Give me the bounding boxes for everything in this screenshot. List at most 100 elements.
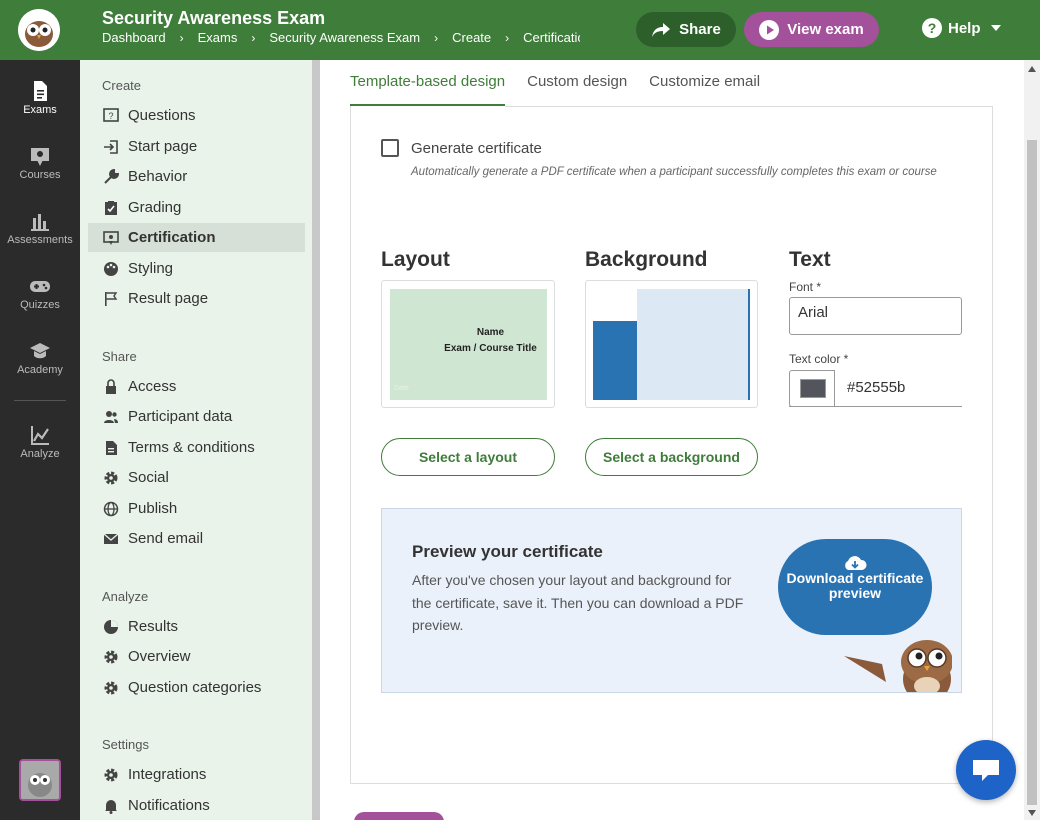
generate-certificate-label[interactable]: Generate certificate [411,140,542,157]
preview-box: Preview your certificate After you've ch… [381,508,962,693]
subnav-label: Styling [128,260,174,277]
subnav-label: Start page [128,138,198,155]
subnav-item-certification[interactable]: Certification [88,223,305,252]
generate-certificate-row: Generate certificate [381,139,542,157]
save-button[interactable] [354,812,444,820]
help-menu[interactable]: ? Help [922,18,1005,38]
gear-icon [104,681,118,694]
subnav-item-styling[interactable]: Styling [88,254,305,283]
envelope-icon [103,533,119,544]
top-bar: Security Awareness Exam Dashboard › Exam… [0,0,1040,60]
scrollbar-thumb[interactable] [1027,140,1037,805]
scroll-down-arrow-icon[interactable] [1028,810,1036,816]
section-heading-share: Share [102,349,137,364]
subnav-item-result-page[interactable]: Result page [88,284,305,313]
download-preview-button[interactable]: Download certificate preview [778,539,932,635]
subnav-label: Notifications [128,797,210,814]
owl-logo-icon[interactable] [18,9,60,51]
subnav-item-participant-data[interactable]: Participant data [88,402,305,431]
subnav-label: Overview [128,648,191,665]
tab-customize-email[interactable]: Customize email [649,60,760,106]
breadcrumb: Dashboard › Exams › Security Awareness E… [102,30,580,45]
section-heading-analyze: Analyze [102,589,149,604]
layout-preview-card[interactable]: Name Exam / Course Title Date [381,280,555,408]
subnav-item-questions[interactable]: ? Questions [88,101,305,130]
gamepad-icon [30,281,50,292]
rail-item-exams[interactable]: Exams [0,72,80,132]
section-heading-settings: Settings [102,737,149,752]
main-scrollbar[interactable] [1024,60,1040,820]
tab-template-based-design[interactable]: Template-based design [350,60,506,106]
subnav-label: Social [128,469,169,486]
layout-thumbnail: Name Exam / Course Title Date [390,289,547,400]
subnav-item-results[interactable]: Results [88,612,305,641]
rail-label: Analyze [20,448,60,460]
view-exam-button[interactable]: View exam [744,12,879,47]
breadcrumb-separator: › [434,30,439,45]
preview-description: After you've chosen your layout and back… [412,572,744,633]
rail-label: Quizzes [20,299,60,311]
rail-item-assessments[interactable]: Assessments [0,202,80,262]
text-color-value[interactable]: #52555b [847,379,905,396]
subnav-item-behavior[interactable]: Behavior [88,162,305,191]
question-box-icon: ? [103,107,119,122]
preview-title: Preview your certificate [412,542,603,561]
rail-item-analyze[interactable]: Analyze [0,416,80,476]
subnav-scrollbar[interactable] [312,60,320,820]
subnav-item-social[interactable]: Social [88,463,305,492]
background-thumbnail-light [637,289,750,400]
layout-name-text: Name [476,327,505,338]
pie-chart-icon [104,619,118,634]
breadcrumb-dashboard[interactable]: Dashboard [102,30,166,45]
subnav-item-question-categories[interactable]: Question categories [88,673,305,702]
breadcrumb-exams[interactable]: Exams [198,30,238,45]
enter-icon [104,139,118,154]
subnav-item-integrations[interactable]: Integrations [88,760,305,789]
document-icon [34,81,47,101]
select-background-button[interactable]: Select a background [585,438,758,476]
font-field[interactable]: Arial [789,297,962,335]
flag-icon [105,291,118,306]
text-color-field[interactable]: #52555b [789,370,962,407]
chat-button[interactable] [956,740,1016,800]
subnav-item-overview[interactable]: Overview [88,642,305,671]
rail-label: Assessments [7,234,73,246]
subnav-label: Send email [128,530,204,547]
rail-divider [14,400,66,401]
cloud-download-icon [845,556,867,570]
color-swatch [800,379,826,398]
tab-divider [505,106,993,107]
share-button[interactable]: Share [636,12,736,47]
subnav-item-grading[interactable]: Grading [88,193,305,222]
select-layout-button[interactable]: Select a layout [381,438,555,476]
avatar[interactable] [19,759,61,801]
breadcrumb-create[interactable]: Create [452,30,491,45]
tab-custom-design[interactable]: Custom design [527,60,627,106]
graduation-cap-icon [30,343,50,359]
generate-certificate-checkbox[interactable] [381,139,399,157]
sub-navigation: Create ? Questions Start page Behavior G… [80,60,312,820]
line-chart-icon [31,426,49,445]
gear-icon [104,650,118,663]
design-tabs: Template-based design Custom design Cust… [350,60,782,106]
layout-date-text: Date [394,385,409,392]
color-picker-button[interactable] [789,370,835,407]
owl-mascot-icon [844,640,952,692]
scroll-up-arrow-icon[interactable] [1028,66,1036,72]
subnav-item-publish[interactable]: Publish [88,494,305,523]
rail-item-quizzes[interactable]: Quizzes [0,267,80,327]
rail-item-courses[interactable]: Courses [0,137,80,197]
subnav-item-send-email[interactable]: Send email [88,524,305,553]
subnav-item-notifications[interactable]: Notifications [88,791,305,820]
breadcrumb-separator: › [179,30,184,45]
subnav-item-access[interactable]: Access [88,372,305,401]
background-thumbnail-dark [593,321,637,400]
subnav-item-start-page[interactable]: Start page [88,132,305,161]
clipboard-check-icon [105,200,117,215]
background-preview-card[interactable] [585,280,758,408]
app-title: Security Awareness Exam [102,8,326,28]
subnav-item-terms[interactable]: Terms & conditions [88,433,305,462]
download-preview-label: Download certificate preview [786,570,924,601]
breadcrumb-exam[interactable]: Security Awareness Exam [269,30,420,45]
rail-item-academy[interactable]: Academy [0,332,80,392]
